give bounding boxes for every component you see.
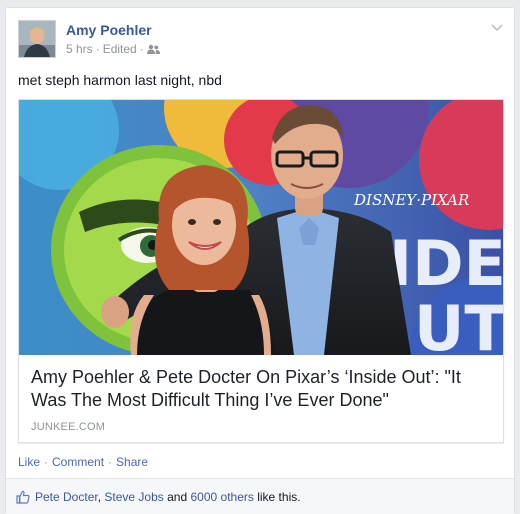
action-separator: ·: [108, 455, 113, 469]
likes-and: and: [167, 490, 188, 504]
friends-audience-icon[interactable]: [146, 44, 160, 54]
feed-post: Amy Poehler 5 hrs · Edited · met steph h…: [5, 7, 515, 514]
likes-suffix: like this.: [257, 490, 301, 504]
likes-summary: Pete Docter, Steve Jobs and 6000 others …: [6, 478, 514, 514]
meta-separator: ·: [95, 42, 100, 56]
liker-link[interactable]: Pete Docter: [35, 490, 98, 504]
edited-label[interactable]: Edited: [103, 42, 137, 56]
like-button[interactable]: Like: [18, 455, 40, 469]
link-domain: JUNKEE.COM: [31, 421, 106, 433]
post-timestamp[interactable]: 5 hrs: [66, 42, 93, 56]
svg-text:IDE: IDE: [389, 227, 503, 300]
post-actions: Like · Comment · Share: [18, 455, 148, 469]
post-meta: 5 hrs · Edited ·: [66, 42, 160, 56]
meta-separator: ·: [139, 42, 144, 56]
action-separator: ·: [44, 455, 49, 469]
author-name[interactable]: Amy Poehler: [66, 22, 152, 38]
author-avatar[interactable]: [18, 20, 56, 58]
svg-text:UT: UT: [414, 292, 503, 355]
share-button[interactable]: Share: [116, 455, 148, 469]
link-preview-image[interactable]: DISNEY·PIXAR IDE UT: [19, 100, 503, 355]
liker-link[interactable]: Steve Jobs: [104, 490, 163, 504]
link-preview-card[interactable]: DISNEY·PIXAR IDE UT Amy Poehler & Pete D…: [18, 99, 504, 443]
status-text: met steph harmon last night, nbd: [18, 72, 222, 88]
poster-brand-text: DISNEY·PIXAR: [353, 191, 469, 209]
comment-button[interactable]: Comment: [52, 455, 104, 469]
chevron-down-icon[interactable]: [490, 20, 504, 34]
thumbs-up-icon: [16, 490, 30, 504]
likes-text: Pete Docter, Steve Jobs and 6000 others …: [35, 490, 301, 504]
likes-others-link[interactable]: 6000 others: [190, 490, 253, 504]
likes-comma: ,: [97, 490, 102, 504]
link-title[interactable]: Amy Poehler & Pete Docter On Pixar’s ‘In…: [31, 366, 491, 412]
